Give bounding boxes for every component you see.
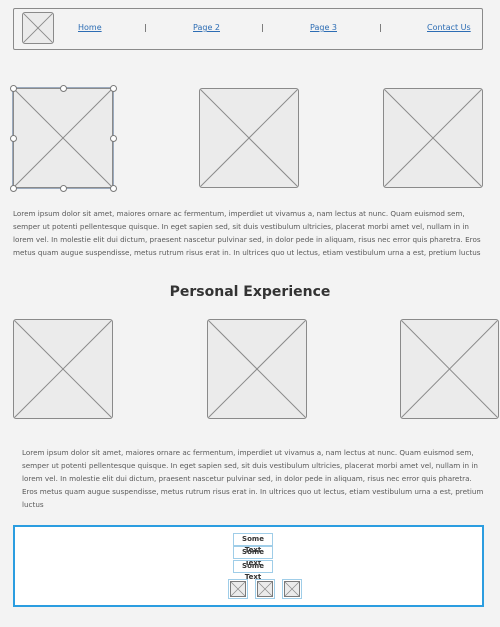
resize-handle[interactable]	[60, 85, 67, 92]
resize-handle[interactable]	[110, 185, 117, 192]
nav-link-page-2[interactable]: Page 2	[193, 23, 220, 33]
resize-handle[interactable]	[10, 85, 17, 92]
nav-link-contact-us[interactable]: Contact Us	[427, 23, 471, 33]
image-placeholder-icon[interactable]	[228, 579, 248, 599]
body-paragraph: Lorem ipsum dolor sit amet, maiores orna…	[13, 209, 481, 257]
nav-separator: |	[261, 23, 264, 32]
footer-text[interactable]: Some Text	[233, 546, 273, 567]
resize-handle[interactable]	[110, 85, 117, 92]
image-placeholder-icon[interactable]	[282, 579, 302, 599]
logo-placeholder-icon[interactable]	[22, 12, 54, 44]
nav-separator: |	[379, 23, 382, 32]
image-placeholder-icon[interactable]	[400, 319, 499, 419]
image-placeholder-icon[interactable]	[199, 88, 299, 188]
resize-handle[interactable]	[10, 185, 17, 192]
resize-handle[interactable]	[10, 135, 17, 142]
image-placeholder-icon[interactable]	[13, 319, 113, 419]
body-paragraph: Lorem ipsum dolor sit amet, maiores orna…	[22, 448, 484, 509]
selection-box	[12, 87, 114, 189]
footer: Some Text Some Text Some Text	[13, 525, 484, 607]
nav-separator: |	[144, 23, 147, 32]
image-placeholder-icon[interactable]	[207, 319, 307, 419]
resize-handle[interactable]	[60, 185, 67, 192]
nav-link-page-3[interactable]: Page 3	[310, 23, 337, 33]
image-placeholder-icon[interactable]	[383, 88, 483, 188]
image-placeholder-icon[interactable]	[255, 579, 275, 599]
nav-link-home[interactable]: Home	[78, 23, 102, 33]
footer-text[interactable]: Some Text	[233, 560, 273, 581]
section-heading: Personal Experience	[169, 284, 331, 300]
footer-text[interactable]: Some Text	[233, 533, 273, 554]
header-nav: Home | Page 2 | Page 3 | Contact Us	[13, 8, 483, 50]
resize-handle[interactable]	[110, 135, 117, 142]
